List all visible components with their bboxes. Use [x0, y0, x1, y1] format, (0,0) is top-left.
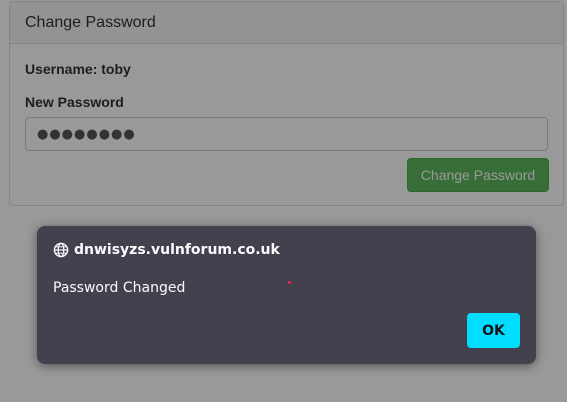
globe-icon [53, 242, 69, 258]
dialog-origin: dnwisyzs.vulnforum.co.uk [53, 242, 280, 258]
ok-button[interactable]: OK [467, 313, 520, 348]
dialog-origin-text: dnwisyzs.vulnforum.co.uk [74, 242, 280, 258]
dialog-message: Password Changed [53, 280, 186, 296]
alert-dialog: dnwisyzs.vulnforum.co.uk Password Change… [37, 226, 536, 364]
red-dot-marker [288, 281, 291, 284]
